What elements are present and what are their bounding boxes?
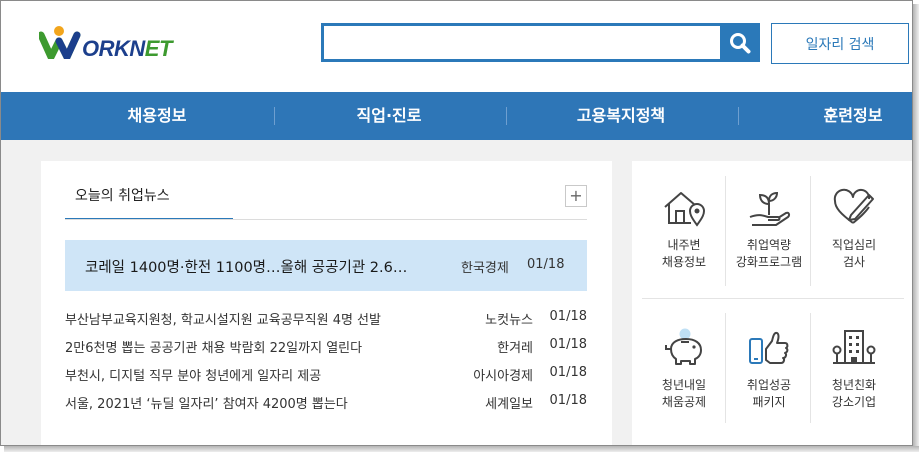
service-youth-deduction[interactable]: 청년내일 채움공제 xyxy=(644,323,724,411)
news-source: 세계일보 xyxy=(485,397,533,412)
news-date: 01/18 xyxy=(549,365,587,380)
building-icon xyxy=(832,330,876,364)
divider xyxy=(810,313,811,423)
quick-services-panel: 내주변 채용정보 취업역량 강화프로그램 직업심리 검사 청년내일 채움공제 취… xyxy=(632,161,912,445)
divider xyxy=(725,176,726,286)
service-label-line2: 채용정보 xyxy=(661,255,707,269)
news-title[interactable]: 2만6천명 뽑는 공공기관 채용 박람회 22일까지 열린다 xyxy=(65,337,455,356)
window-shadow xyxy=(913,4,919,452)
job-news-panel: 오늘의 취업뉴스 + 코레일 1400명·한전 1100명…올해 공공기관 2.… xyxy=(41,161,612,445)
nav-divider xyxy=(506,107,507,125)
service-capacity-program[interactable]: 취업역량 강화프로그램 xyxy=(729,183,809,271)
tab-today-job-news[interactable]: 오늘의 취업뉴스 xyxy=(65,185,233,220)
divider xyxy=(810,176,811,286)
news-list-item[interactable]: 서울, 2021년 ‘뉴딜 일자리’ 참여자 4200명 뽑는다 세계일보 01… xyxy=(65,393,587,413)
service-label-line1: 내주변 xyxy=(667,238,701,252)
news-list-item[interactable]: 부천시, 디지털 직무 분야 청년에게 일자리 제공 아시아경제 01/18 xyxy=(65,365,587,385)
headline-news-item[interactable]: 코레일 1400명·한전 1100명…올해 공공기관 2.6… 한국경제 01/… xyxy=(65,240,587,291)
news-source: 아시아경제 xyxy=(473,369,533,384)
thumbs-up-phone-icon xyxy=(749,331,789,364)
headline-source: 한국경제 xyxy=(461,261,509,276)
divider xyxy=(725,313,726,423)
divider xyxy=(642,298,904,299)
news-date: 01/18 xyxy=(549,393,587,408)
news-title[interactable]: 서울, 2021년 ‘뉴딜 일자리’ 참여자 4200명 뽑는다 xyxy=(65,393,455,412)
more-news-button[interactable]: + xyxy=(565,185,587,207)
service-label-line2: 강소기업 xyxy=(831,395,877,409)
service-label-line2: 채움공제 xyxy=(661,395,707,409)
nav-item-recruitment[interactable]: 채용정보 xyxy=(87,92,227,140)
news-list-item[interactable]: 2만6천명 뽑는 공공기관 채용 박람회 22일까지 열린다 한겨레 01/18 xyxy=(65,337,587,357)
news-date: 01/18 xyxy=(549,337,587,352)
main-content: 오늘의 취업뉴스 + 코레일 1400명·한전 1100명…올해 공공기관 2.… xyxy=(1,140,912,445)
piggy-bank-icon xyxy=(665,328,702,365)
service-label-line2: 패키지 xyxy=(752,395,786,409)
headline-title[interactable]: 코레일 1400명·한전 1100명…올해 공공기관 2.6… xyxy=(85,256,440,277)
job-search-button[interactable]: 일자리 검색 xyxy=(771,23,909,64)
service-label-line1: 청년내일 xyxy=(661,378,707,392)
news-source: 노컷뉴스 xyxy=(485,313,533,328)
logo-mark-icon xyxy=(39,26,81,59)
service-label-line1: 직업심리 xyxy=(831,238,877,252)
plus-icon: + xyxy=(569,186,583,205)
nav-item-training[interactable]: 훈련정보 xyxy=(783,92,912,140)
service-youth-friendly-sme[interactable]: 청년친화 강소기업 xyxy=(814,323,894,411)
service-label-line1: 취업역량 xyxy=(746,238,792,252)
service-success-package[interactable]: 취업성공 패키지 xyxy=(729,323,809,411)
search-input[interactable] xyxy=(324,26,719,59)
heart-pencil-icon xyxy=(833,188,874,224)
news-title[interactable]: 부산남부교육지원청, 학교시설지원 교육공무직원 4명 선발 xyxy=(65,309,455,328)
plant-hand-icon xyxy=(749,191,791,226)
divider xyxy=(65,219,587,220)
news-title[interactable]: 부천시, 디지털 직무 분야 청년에게 일자리 제공 xyxy=(65,365,455,384)
main-nav: 채용정보 직업·진로 고용복지정책 훈련정보 xyxy=(1,92,912,140)
service-label-line2: 검사 xyxy=(842,255,866,269)
nav-divider xyxy=(274,107,275,125)
nav-item-career[interactable]: 직업·진로 xyxy=(319,92,459,140)
house-location-icon xyxy=(664,192,706,227)
headline-date: 01/18 xyxy=(527,257,565,272)
browser-viewport: ORKNET 일자리 검색 채용정보 직업·진로 고용복지정책 훈련정보 오늘의… xyxy=(0,0,913,446)
service-label-line2: 강화프로그램 xyxy=(735,255,803,269)
news-date: 01/18 xyxy=(549,309,587,324)
service-career-psych-test[interactable]: 직업심리 검사 xyxy=(814,183,894,271)
news-list-item[interactable]: 부산남부교육지원청, 학교시설지원 교육공무직원 4명 선발 노컷뉴스 01/1… xyxy=(65,309,587,329)
search-icon xyxy=(730,32,751,53)
service-label-line1: 취업성공 xyxy=(746,378,792,392)
window-shadow xyxy=(4,446,919,452)
logo-wordmark: ORKNET xyxy=(82,36,172,61)
worknet-logo[interactable]: ORKNET xyxy=(39,25,199,65)
search-box xyxy=(321,23,760,62)
service-nearby-jobs[interactable]: 내주변 채용정보 xyxy=(644,183,724,271)
nav-item-welfare-policy[interactable]: 고용복지정책 xyxy=(551,92,691,140)
news-source: 한겨레 xyxy=(497,341,533,356)
nav-divider xyxy=(738,107,739,125)
search-button[interactable] xyxy=(720,23,760,62)
service-label-line1: 청년친화 xyxy=(831,378,877,392)
